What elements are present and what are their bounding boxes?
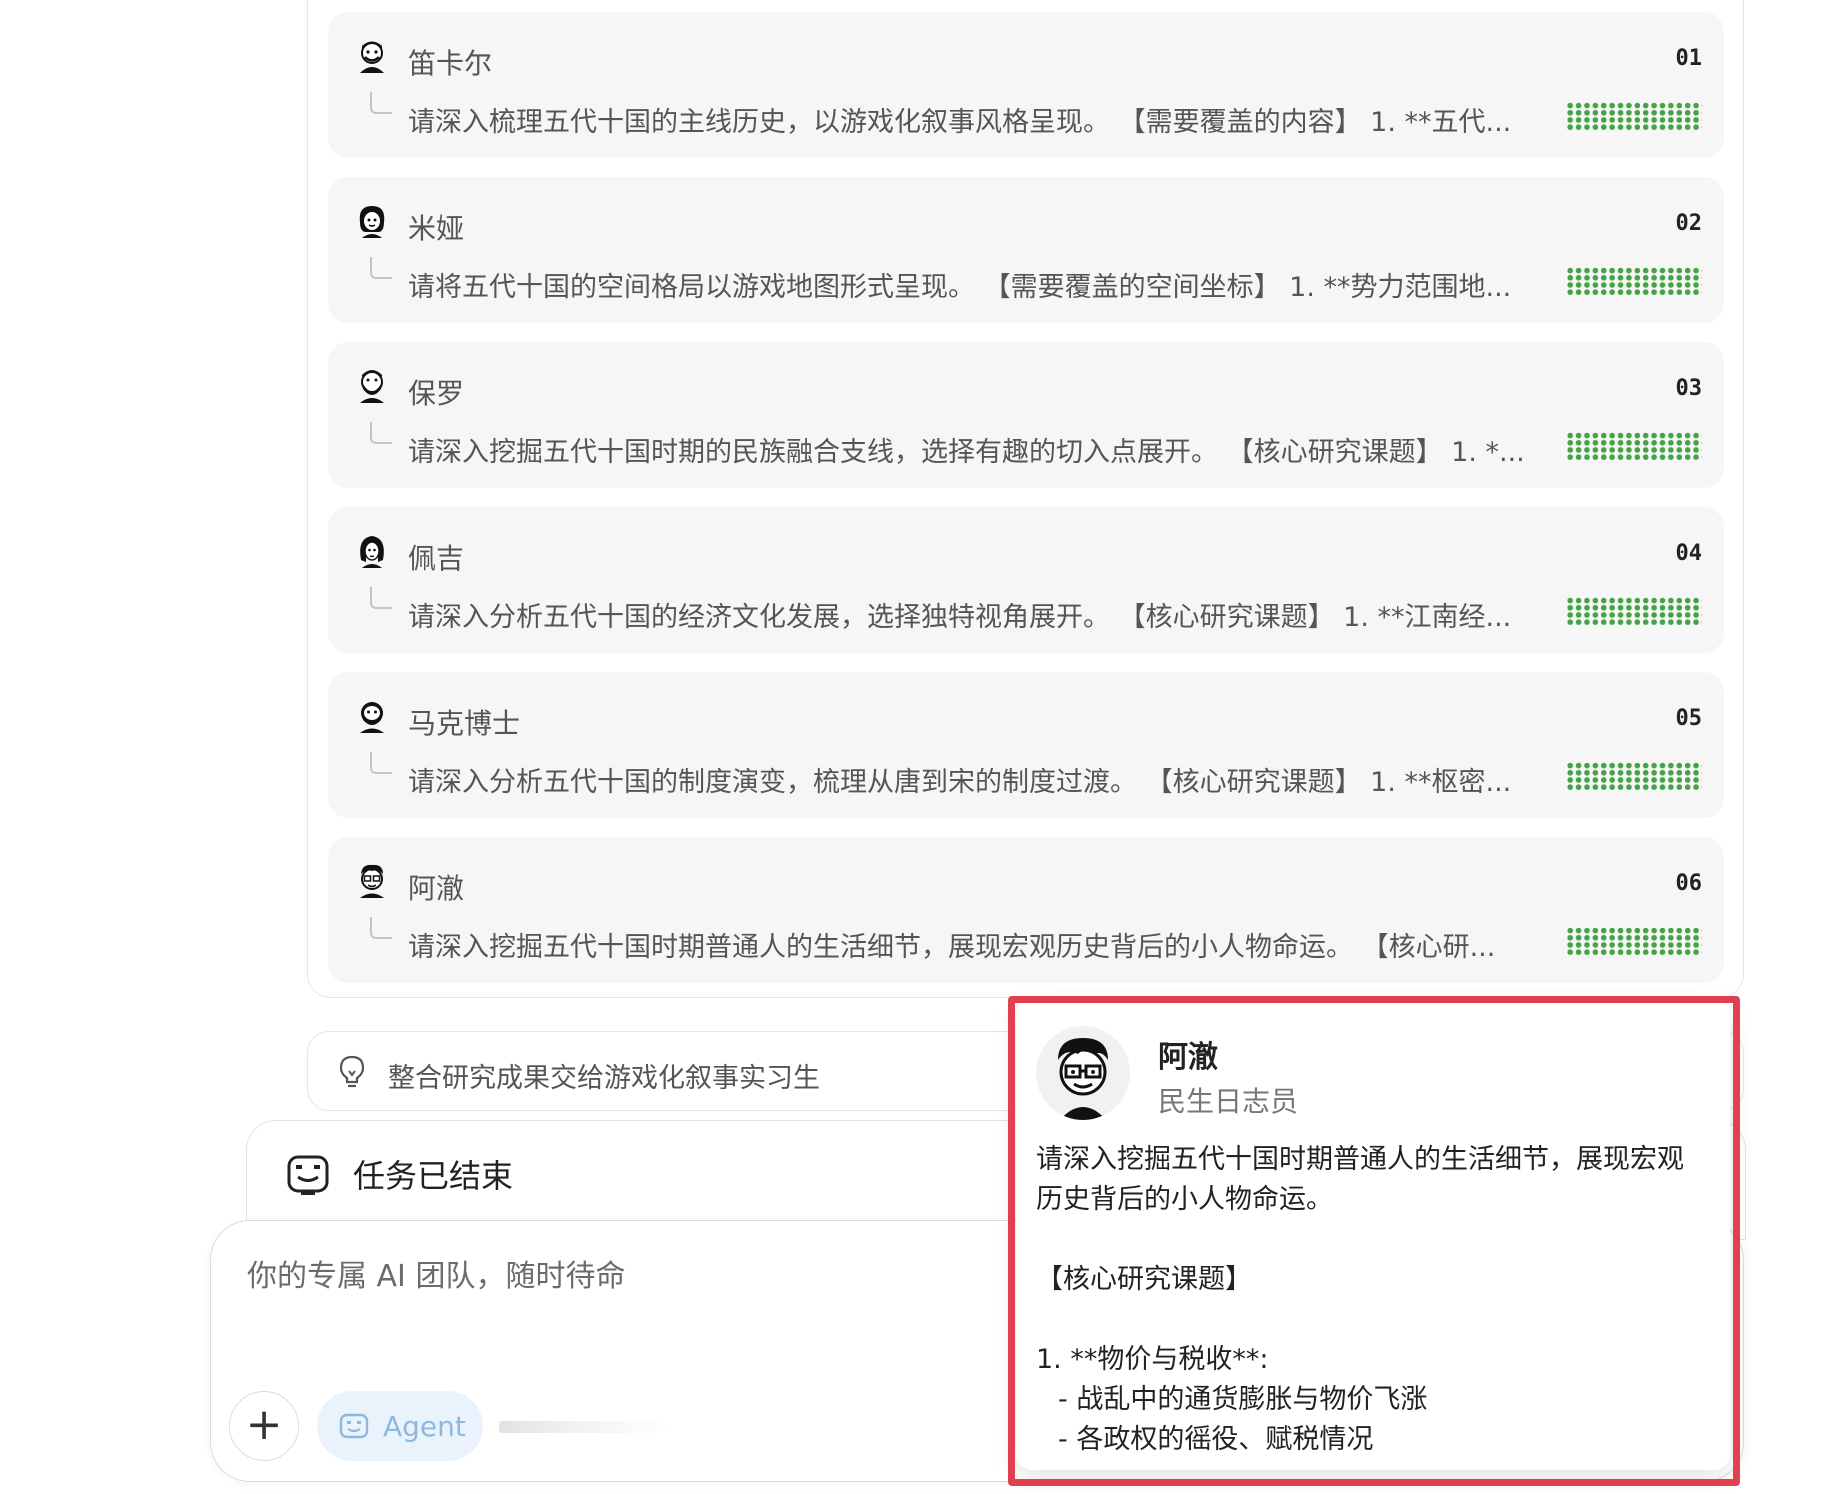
- task-prompt: 请深入分析五代十国的制度演变，梳理从唐到宋的制度过渡。 【核心研究课题】 1. …: [408, 767, 1512, 798]
- robot-icon: [287, 1155, 329, 1195]
- task-prompt: 请深入挖掘五代十国时期的民族融合支线，选择有趣的切入点展开。 【核心研究课题】 …: [408, 437, 1525, 468]
- agent-name: 米娅: [408, 212, 465, 245]
- avatar-icon: [360, 536, 384, 568]
- avatar-icon: [360, 864, 384, 898]
- task-card[interactable]: 米娅 02 请将五代十国的空间格局以游戏地图形式呈现。 【需要覆盖的空间坐标】 …: [328, 177, 1724, 323]
- task-number: 01: [1675, 46, 1703, 71]
- task-prompt: 请深入分析五代十国的经济文化发展，选择独特视角展开。 【核心研究课题】 1. *…: [408, 602, 1512, 633]
- branch-connector: [370, 92, 392, 114]
- agent-name: 笛卡尔: [408, 47, 493, 80]
- task-card[interactable]: 佩吉 04 请深入分析五代十国的经济文化发展，选择独特视角展开。 【核心研究课题…: [328, 507, 1724, 653]
- agent-name: 保罗: [408, 377, 465, 410]
- step-label: 整合研究成果交给游戏化叙事实习生: [388, 1063, 820, 1094]
- avatar-icon: [359, 206, 385, 238]
- avatar-icon: [360, 41, 384, 73]
- agent-mode-button[interactable]: Agent: [317, 1391, 483, 1461]
- agent-name: 马克博士: [408, 707, 521, 740]
- progress-dots: [1566, 432, 1702, 460]
- highlight-frame: [1008, 996, 1740, 1486]
- lightbulb-icon: [339, 1055, 365, 1088]
- progress-dots: [1566, 102, 1702, 130]
- task-number: 04: [1675, 541, 1703, 566]
- agent-mode-label: Agent: [383, 1410, 466, 1443]
- progress-dots: [1566, 267, 1702, 295]
- avatar-icon: [360, 702, 384, 733]
- chat-input[interactable]: 你的专属 AI 团队，随时待命: [247, 1251, 625, 1295]
- avatar-icon: [360, 370, 384, 403]
- task-prompt: 请深入梳理五代十国的主线历史，以游戏化叙事风格呈现。 【需要覆盖的内容】 1. …: [408, 107, 1512, 138]
- branch-connector: [370, 752, 392, 774]
- task-card[interactable]: 阿澈 06 请深入挖掘五代十国时期普通人的生活细节，展现宏观历史背后的小人物命运…: [328, 837, 1724, 983]
- task-card[interactable]: 保罗 03 请深入挖掘五代十国时期的民族融合支线，选择有趣的切入点展开。 【核心…: [328, 342, 1724, 488]
- progress-dots: [1566, 597, 1702, 625]
- task-prompt: 请将五代十国的空间格局以游戏地图形式呈现。 【需要覆盖的空间坐标】 1. **势…: [408, 272, 1512, 303]
- branch-connector: [370, 587, 392, 609]
- task-status-label: 任务已结束: [353, 1157, 514, 1195]
- task-number: 06: [1675, 871, 1703, 896]
- progress-dots: [1566, 762, 1702, 790]
- branch-connector: [370, 257, 392, 279]
- robot-icon: [339, 1413, 369, 1439]
- task-prompt: 请深入挖掘五代十国时期普通人的生活细节，展现宏观历史背后的小人物命运。 【核心研…: [408, 932, 1496, 963]
- task-number: 05: [1675, 706, 1703, 731]
- progress-dots: [1566, 927, 1702, 955]
- agent-name: 阿澈: [408, 872, 465, 905]
- branch-connector: [370, 422, 392, 444]
- task-card[interactable]: 笛卡尔 01 请深入梳理五代十国的主线历史，以游戏化叙事风格呈现。 【需要覆盖的…: [328, 12, 1724, 158]
- app-root: 笛卡尔 01 请深入梳理五代十国的主线历史，以游戏化叙事风格呈现。 【需要覆盖的…: [0, 0, 1832, 1494]
- plus-icon[interactable]: +: [229, 1391, 299, 1461]
- loading-shimmer: [499, 1421, 669, 1433]
- task-card[interactable]: 马克博士 05 请深入分析五代十国的制度演变，梳理从唐到宋的制度过渡。 【核心研…: [328, 672, 1724, 818]
- agent-name: 佩吉: [408, 542, 465, 575]
- branch-connector: [370, 917, 392, 939]
- task-number: 03: [1675, 376, 1703, 401]
- task-number: 02: [1675, 211, 1703, 236]
